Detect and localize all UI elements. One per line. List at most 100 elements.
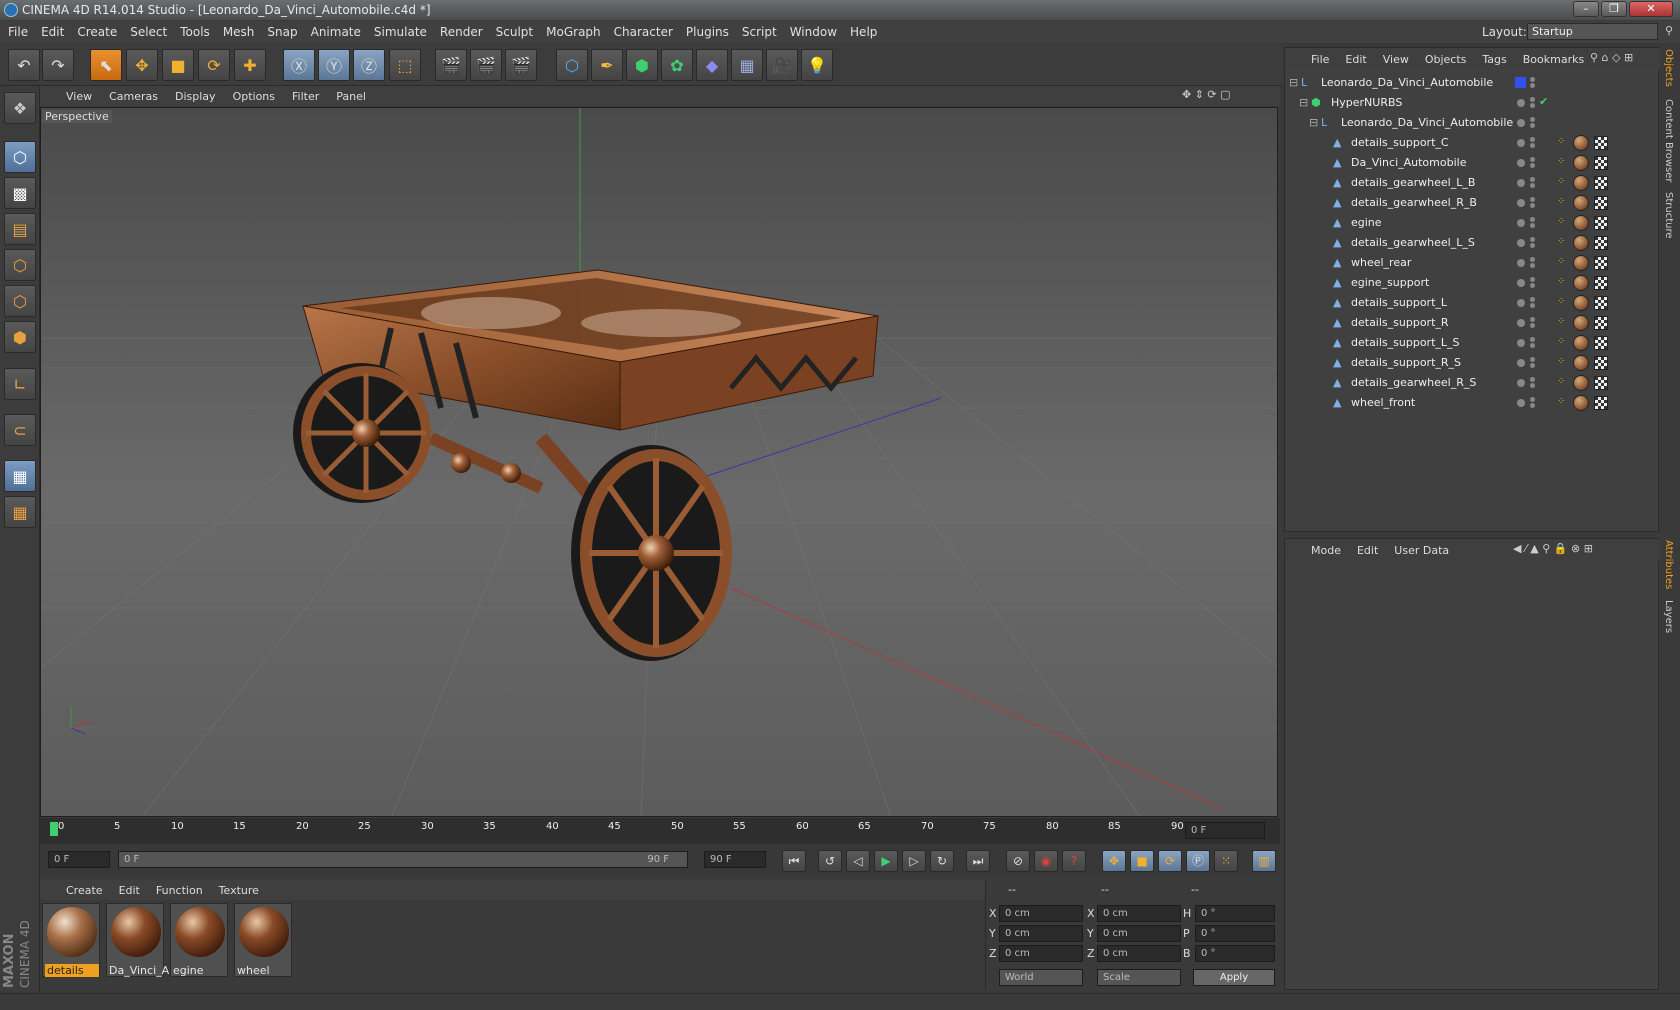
- phong-tag-icon[interactable]: ⁘: [1557, 256, 1565, 267]
- timeline-window-button[interactable]: ▥: [1252, 850, 1276, 872]
- layout-select[interactable]: Startup: [1527, 23, 1658, 40]
- points-mode-button[interactable]: ⬡: [4, 249, 36, 281]
- visibility-dots[interactable]: [1530, 217, 1535, 222]
- visibility-dot[interactable]: [1517, 399, 1525, 407]
- current-frame-field[interactable]: 0 F: [1185, 822, 1265, 839]
- object-row[interactable]: ▲ details_gearwheel_L_S ⁘: [1285, 233, 1660, 253]
- scale-key-button[interactable]: ■: [1130, 850, 1154, 872]
- menu-window[interactable]: Window: [790, 25, 837, 39]
- size-y-field[interactable]: 0 cm: [1097, 925, 1181, 942]
- menu-sculpt[interactable]: Sculpt: [496, 25, 533, 39]
- viewport-navigation-icons[interactable]: ✥ ⇕ ⟳ ▢: [1182, 88, 1231, 101]
- frame-range-slider[interactable]: 0 F 90 F: [118, 851, 688, 868]
- size-x-field[interactable]: 0 cm: [1097, 905, 1181, 922]
- uvw-tag-icon[interactable]: [1594, 236, 1608, 250]
- phong-tag-icon[interactable]: ⁘: [1557, 156, 1565, 167]
- point-level-button[interactable]: ⁙: [1214, 850, 1238, 872]
- keyframe-selection-button[interactable]: ?: [1062, 850, 1086, 872]
- objects-menu-bookmarks[interactable]: Bookmarks: [1523, 53, 1584, 66]
- visibility-dots[interactable]: [1530, 257, 1535, 262]
- z-axis-button[interactable]: Ⓩ: [353, 49, 385, 81]
- uvw-tag-icon[interactable]: [1594, 136, 1608, 150]
- object-row[interactable]: ▲ wheel_rear ⁘: [1285, 253, 1660, 273]
- 3d-viewport[interactable]: [40, 107, 1278, 817]
- phong-tag-icon[interactable]: ⁘: [1557, 276, 1565, 287]
- visibility-dots[interactable]: [1530, 277, 1535, 282]
- visibility-dots[interactable]: [1530, 397, 1535, 402]
- axis-mode-button[interactable]: ∟: [4, 368, 36, 400]
- phong-tag-icon[interactable]: ⁘: [1557, 196, 1565, 207]
- visibility-dots[interactable]: [1530, 297, 1535, 302]
- uvw-tag-icon[interactable]: [1594, 356, 1608, 370]
- object-row-hypernurbs[interactable]: ⊟ ⬢ HyperNURBS ✔: [1285, 93, 1660, 113]
- create-tool-button[interactable]: ✚: [234, 49, 266, 81]
- object-row[interactable]: ▲ details_support_C ⁘: [1285, 133, 1660, 153]
- attributes-menu-user-data[interactable]: User Data: [1394, 544, 1449, 557]
- visibility-dot[interactable]: [1517, 199, 1525, 207]
- menu-plugins[interactable]: Plugins: [686, 25, 729, 39]
- phong-tag-icon[interactable]: ⁘: [1557, 236, 1565, 247]
- scale-tool-button[interactable]: ■: [162, 49, 194, 81]
- add-array-button[interactable]: ✿: [661, 49, 693, 81]
- x-axis-button[interactable]: Ⓧ: [283, 49, 315, 81]
- visibility-dot[interactable]: [1517, 139, 1525, 147]
- phong-tag-icon[interactable]: ⁘: [1557, 316, 1565, 327]
- material-tag-icon[interactable]: [1573, 295, 1589, 311]
- render-view-button[interactable]: 🎬: [435, 49, 467, 81]
- visibility-dots[interactable]: [1530, 237, 1535, 242]
- material-details[interactable]: details: [42, 903, 100, 977]
- go-to-start-button[interactable]: ⏮: [782, 850, 806, 872]
- phong-tag-icon[interactable]: ⁘: [1557, 336, 1565, 347]
- collapse-icon[interactable]: ⊟: [1289, 76, 1301, 89]
- visibility-dots[interactable]: [1530, 177, 1535, 182]
- objects-menu-edit[interactable]: Edit: [1345, 53, 1366, 66]
- tab-attributes[interactable]: Attributes: [1663, 540, 1674, 589]
- phong-tag-icon[interactable]: ⁘: [1557, 216, 1565, 227]
- material-wheel[interactable]: wheel: [234, 903, 292, 977]
- object-row-group[interactable]: ⊟ L Leonardo_Da_Vinci_Automobile: [1285, 113, 1660, 133]
- pos-x-field[interactable]: 0 cm: [999, 905, 1083, 922]
- menu-select[interactable]: Select: [130, 25, 167, 39]
- move-tool-button[interactable]: ✥: [126, 49, 158, 81]
- next-frame-button[interactable]: ▷: [902, 850, 926, 872]
- visibility-dots[interactable]: [1530, 157, 1535, 162]
- phong-tag-icon[interactable]: ⁘: [1557, 136, 1565, 147]
- menu-edit[interactable]: Edit: [41, 25, 64, 39]
- menu-mesh[interactable]: Mesh: [223, 25, 255, 39]
- coordinate-space-select[interactable]: World: [999, 969, 1083, 986]
- parameter-key-button[interactable]: Ⓟ: [1186, 850, 1210, 872]
- previous-key-button[interactable]: ↺: [818, 850, 842, 872]
- add-deformer-button[interactable]: ◆: [696, 49, 728, 81]
- menu-snap[interactable]: Snap: [267, 25, 297, 39]
- search-icon[interactable]: ⚲: [1665, 24, 1673, 37]
- phong-tag-icon[interactable]: ⁘: [1557, 396, 1565, 407]
- object-row[interactable]: ▲ wheel_front ⁘: [1285, 393, 1660, 413]
- material-menu-create[interactable]: Create: [66, 884, 103, 897]
- uvw-tag-icon[interactable]: [1594, 376, 1608, 390]
- edges-mode-button[interactable]: ⬡: [4, 285, 36, 317]
- add-floor-button[interactable]: ▦: [731, 49, 763, 81]
- rot-b-field[interactable]: 0 °: [1195, 945, 1275, 962]
- playhead[interactable]: [50, 822, 58, 836]
- tab-content-browser[interactable]: Content Browser: [1663, 99, 1674, 182]
- layer-color-swatch[interactable]: [1515, 77, 1526, 88]
- render-settings-button[interactable]: 🎬: [505, 49, 537, 81]
- material-egine[interactable]: egine: [170, 903, 228, 977]
- rot-h-field[interactable]: 0 °: [1195, 905, 1275, 922]
- viewport-menu-view[interactable]: View: [66, 90, 92, 103]
- material-menu-texture[interactable]: Texture: [219, 884, 259, 897]
- visibility-dot[interactable]: [1517, 179, 1525, 187]
- material-tag-icon[interactable]: [1573, 315, 1589, 331]
- visibility-dots[interactable]: [1530, 357, 1535, 362]
- uvw-tag-icon[interactable]: [1594, 216, 1608, 230]
- objects-menu-view[interactable]: View: [1383, 53, 1409, 66]
- material-tag-icon[interactable]: [1573, 215, 1589, 231]
- live-selection-button[interactable]: ⬉: [90, 49, 122, 81]
- autokey-button[interactable]: ◉: [1034, 850, 1058, 872]
- material-tag-icon[interactable]: [1573, 335, 1589, 351]
- menu-help[interactable]: Help: [850, 25, 877, 39]
- viewport-menu-panel[interactable]: Panel: [336, 90, 366, 103]
- tab-structure[interactable]: Structure: [1663, 192, 1674, 239]
- menu-tools[interactable]: Tools: [180, 25, 210, 39]
- visibility-dots[interactable]: [1530, 137, 1535, 142]
